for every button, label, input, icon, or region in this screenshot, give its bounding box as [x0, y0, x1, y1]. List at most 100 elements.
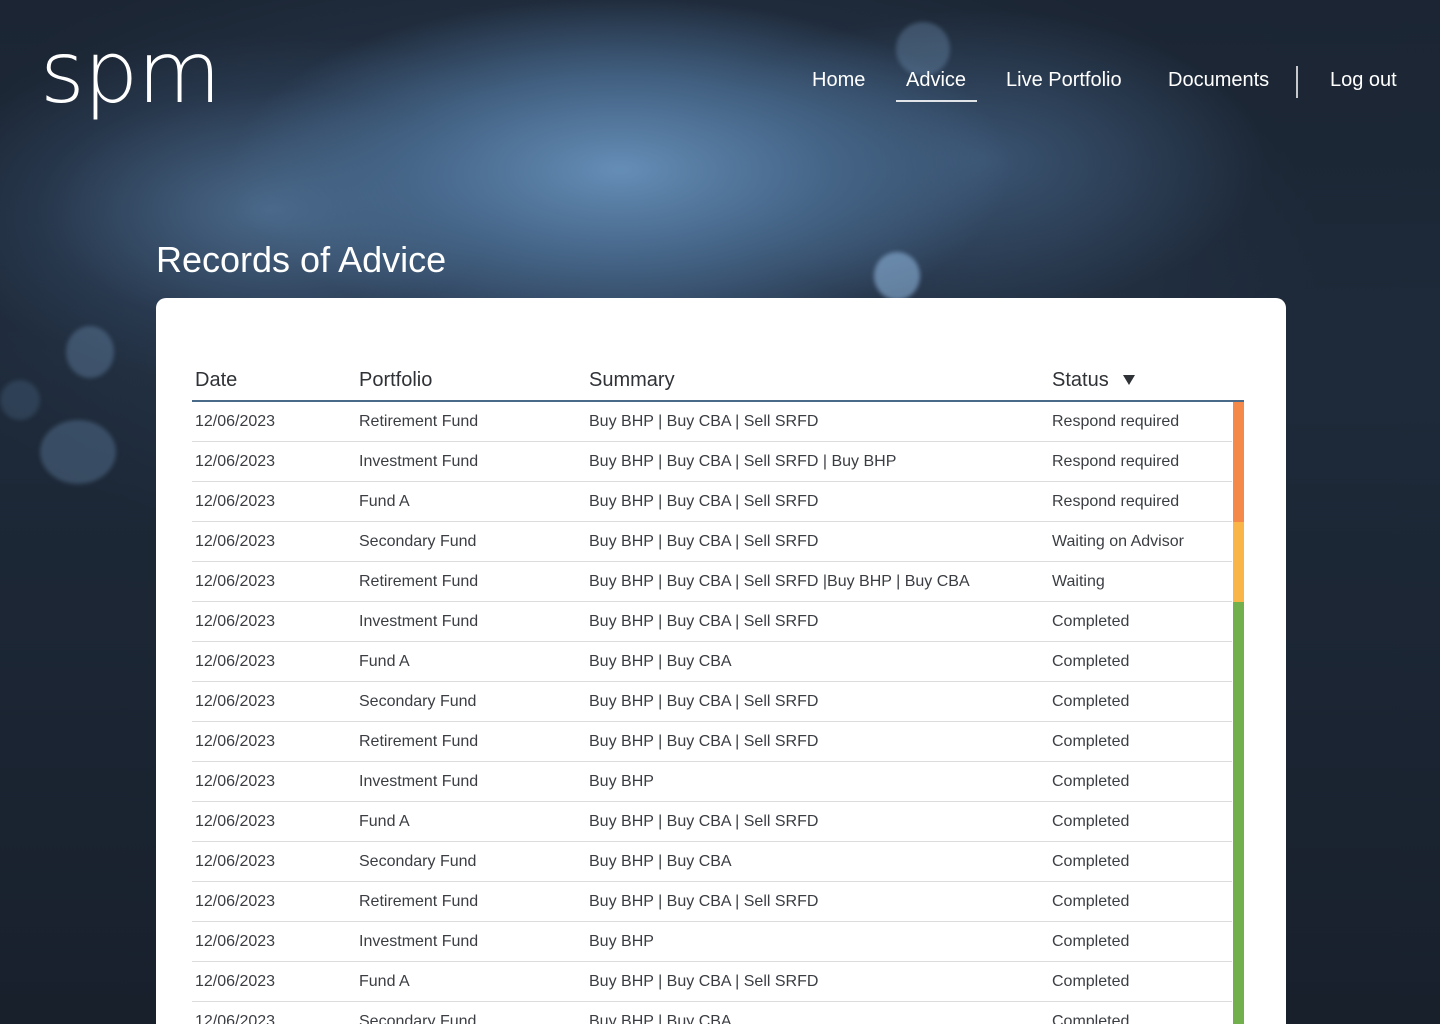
portfolio-cell: Investment Fund	[359, 612, 479, 630]
logout-link[interactable]: Log out	[1330, 64, 1397, 96]
portfolio-cell: Fund A	[359, 492, 410, 510]
portfolio-cell: Secondary Fund	[359, 692, 477, 710]
bokeh-light	[40, 420, 116, 484]
date-cell: 12/06/2023	[195, 892, 276, 910]
status-color-indicator	[1233, 522, 1244, 562]
column-header-date[interactable]: Date	[192, 369, 359, 392]
table-row[interactable]: 12/06/2023 Secondary Fund Buy BHP | Buy CB…	[192, 522, 1244, 562]
table-row[interactable]: 12/06/2023 Investment Fund Buy BHP Complete…	[192, 762, 1244, 802]
summary-cell: Buy BHP | Buy CBA | Sell SRFD |Buy BHP |…	[589, 572, 970, 590]
date-cell: 12/06/2023	[195, 852, 276, 870]
summary-cell: Buy BHP | Buy CBA	[589, 652, 732, 670]
status-cell: Respond required	[1052, 492, 1180, 510]
status-cell: Completed	[1052, 1012, 1130, 1024]
date-cell: 12/06/2023	[195, 492, 276, 510]
status-cell: Completed	[1052, 932, 1130, 950]
date-cell: 12/06/2023	[195, 452, 276, 470]
table-header: Date Portfolio Summary Status	[192, 360, 1244, 402]
status-color-indicator	[1233, 562, 1244, 602]
column-header-portfolio[interactable]: Portfolio	[359, 369, 589, 392]
table-row[interactable]: 12/06/2023 Secondary Fund Buy BHP | Buy CB…	[192, 1002, 1244, 1024]
status-cell: Completed	[1052, 612, 1130, 630]
date-cell: 12/06/2023	[195, 812, 276, 830]
status-color-indicator	[1233, 442, 1244, 482]
status-color-indicator	[1233, 882, 1244, 922]
date-cell: 12/06/2023	[195, 572, 276, 590]
date-cell: 12/06/2023	[195, 972, 276, 990]
status-cell: Completed	[1052, 732, 1130, 750]
status-color-indicator	[1233, 842, 1244, 882]
status-color-indicator	[1233, 962, 1244, 1002]
site-header: spm Home Advice Live Portfolio Documents…	[0, 0, 1440, 150]
nav-item-documents[interactable]: Documents	[1168, 64, 1269, 96]
table-row[interactable]: 12/06/2023 Investment Fund Buy BHP | Buy C…	[192, 442, 1244, 482]
nav-item-advice[interactable]: Advice	[906, 64, 966, 96]
table-row[interactable]: 12/06/2023 Investment Fund Buy BHP Complete…	[192, 922, 1244, 962]
date-cell: 12/06/2023	[195, 412, 276, 430]
date-cell: 12/06/2023	[195, 652, 276, 670]
status-cell: Waiting	[1052, 572, 1105, 590]
nav-item-live-portfolio[interactable]: Live Portfolio	[1006, 64, 1122, 96]
date-cell: 12/06/2023	[195, 932, 276, 950]
status-cell: Completed	[1052, 852, 1130, 870]
caret-down-icon[interactable]	[1122, 375, 1135, 385]
nav-item-home[interactable]: Home	[812, 64, 865, 96]
status-cell: Respond required	[1052, 452, 1180, 470]
summary-cell: Buy BHP | Buy CBA | Sell SRFD	[589, 532, 819, 550]
table-row[interactable]: 12/06/2023 Secondary Fund Buy BHP | Buy CB…	[192, 682, 1244, 722]
status-color-indicator	[1233, 602, 1244, 642]
table-row[interactable]: 12/06/2023 Investment Fund Buy BHP | Buy C…	[192, 602, 1244, 642]
portfolio-cell: Secondary Fund	[359, 852, 477, 870]
summary-cell: Buy BHP | Buy CBA | Sell SRFD	[589, 812, 819, 830]
bokeh-light	[0, 380, 40, 420]
status-cell: Waiting on Advisor	[1052, 532, 1184, 550]
status-cell: Respond required	[1052, 412, 1180, 430]
summary-cell: Buy BHP | Buy CBA	[589, 852, 732, 870]
portfolio-cell: Investment Fund	[359, 932, 479, 950]
status-cell: Completed	[1052, 692, 1130, 710]
table-row[interactable]: 12/06/2023 Retirement Fund Buy BHP | Buy C…	[192, 562, 1244, 602]
portfolio-cell: Investment Fund	[359, 452, 479, 470]
nav-active-indicator	[896, 100, 977, 102]
portfolio-cell: Retirement Fund	[359, 732, 479, 750]
table-row[interactable]: 12/06/2023 Retirement Fund Buy BHP | Buy C…	[192, 722, 1244, 762]
date-cell: 12/06/2023	[195, 772, 276, 790]
summary-cell: Buy BHP | Buy CBA | Sell SRFD	[589, 972, 819, 990]
status-color-indicator	[1233, 762, 1244, 802]
summary-cell: Buy BHP | Buy CBA | Sell SRFD	[589, 612, 819, 630]
page-title: Records of Advice	[156, 239, 447, 280]
column-header-status[interactable]: Status	[1052, 369, 1232, 392]
date-cell: 12/06/2023	[195, 612, 276, 630]
status-cell: Completed	[1052, 892, 1130, 910]
summary-cell: Buy BHP	[589, 932, 654, 950]
column-header-summary[interactable]: Summary	[589, 369, 1052, 392]
status-color-indicator	[1233, 802, 1244, 842]
nav-divider	[1296, 66, 1298, 98]
bokeh-light	[66, 326, 114, 378]
status-cell: Completed	[1052, 972, 1130, 990]
portfolio-cell: Fund A	[359, 812, 410, 830]
summary-cell: Buy BHP | Buy CBA	[589, 1012, 732, 1024]
portfolio-cell: Investment Fund	[359, 772, 479, 790]
date-cell: 12/06/2023	[195, 732, 276, 750]
records-table: Date Portfolio Summary Status 12/06/2023…	[192, 360, 1244, 1024]
summary-cell: Buy BHP | Buy CBA | Sell SRFD	[589, 692, 819, 710]
portfolio-cell: Fund A	[359, 972, 410, 990]
table-row[interactable]: 12/06/2023 Retirement Fund Buy BHP | Buy C…	[192, 882, 1244, 922]
records-card: Date Portfolio Summary Status 12/06/2023…	[156, 298, 1286, 1024]
date-cell: 12/06/2023	[195, 532, 276, 550]
portfolio-cell: Fund A	[359, 652, 410, 670]
summary-cell: Buy BHP	[589, 772, 654, 790]
main-nav: Home Advice Live Portfolio Documents Log…	[0, 64, 1440, 104]
table-row[interactable]: 12/06/2023 Fund A Buy BHP | Buy CBA Complet…	[192, 642, 1244, 682]
table-row[interactable]: 12/06/2023 Fund A Buy BHP | Buy CBA | Sell…	[192, 962, 1244, 1002]
table-row[interactable]: 12/06/2023 Fund A Buy BHP | Buy CBA | Sell…	[192, 482, 1244, 522]
date-cell: 12/06/2023	[195, 692, 276, 710]
table-row[interactable]: 12/06/2023 Fund A Buy BHP | Buy CBA | Sell…	[192, 802, 1244, 842]
status-color-indicator	[1233, 922, 1244, 962]
table-row[interactable]: 12/06/2023 Secondary Fund Buy BHP | Buy CB…	[192, 842, 1244, 882]
table-row[interactable]: 12/06/2023 Retirement Fund Buy BHP | Buy C…	[192, 402, 1244, 442]
table-body: 12/06/2023 Retirement Fund Buy BHP | Buy C…	[192, 402, 1244, 1024]
bokeh-light	[874, 252, 920, 300]
summary-cell: Buy BHP | Buy CBA | Sell SRFD	[589, 492, 819, 510]
